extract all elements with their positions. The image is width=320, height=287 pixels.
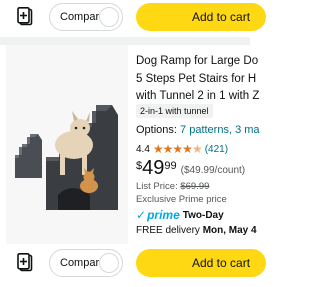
- add-to-cart-label: Add to cart: [192, 10, 251, 24]
- rating-value: 4.4: [136, 143, 150, 155]
- add-to-list-icon[interactable]: [16, 252, 36, 274]
- compare-switch[interactable]: [99, 7, 119, 27]
- compare-switch[interactable]: [99, 253, 119, 273]
- add-to-cart-button[interactable]: Add to cart: [136, 3, 266, 31]
- prime-badge: ✓ prime Two-Day: [136, 208, 224, 222]
- compare-toggle[interactable]: Compare: [49, 3, 123, 31]
- options-prefix: Options:: [136, 124, 181, 136]
- title-line: with Tunnel 2 in 1 with Z: [136, 90, 260, 102]
- variant-badge: 2-in-1 with tunnel: [136, 104, 213, 118]
- add-to-cart-label: Add to cart: [192, 256, 251, 270]
- rating-count[interactable]: (421): [205, 144, 228, 155]
- prime-speed: Two-Day: [182, 209, 224, 221]
- list-price-label: List Price:: [136, 181, 181, 192]
- divider: [0, 37, 250, 45]
- top-action-row: Compare Add to cart: [0, 0, 266, 34]
- options-link[interactable]: 7 patterns, 3 ma: [180, 124, 260, 136]
- exclusive-prime-text: Exclusive Prime price: [136, 194, 227, 205]
- unit-price: ($49.99/count): [180, 165, 246, 176]
- delivery-prefix: FREE delivery: [136, 225, 203, 236]
- bottom-action-row: Compare Add to cart: [0, 246, 266, 280]
- price: $ 49 99 ($49.99/count): [136, 157, 245, 179]
- prime-check-icon: ✓: [136, 208, 147, 222]
- rating-row[interactable]: 4.4 ★★★★★ (421): [136, 142, 228, 156]
- price-fraction: 99: [164, 160, 177, 172]
- delivery-info: FREE delivery Mon, May 4: [136, 225, 257, 236]
- delivery-date: Mon, May 4: [202, 225, 257, 236]
- product-image[interactable]: [6, 45, 128, 244]
- title-line: 5 Steps Pet Stairs for H: [136, 72, 257, 85]
- product-card[interactable]: Dog Ramp for Large Do 5 Steps Pet Stairs…: [0, 45, 260, 244]
- options-line: Options: 7 patterns, 3 ma: [136, 124, 260, 136]
- star-icon: ★★★★★: [152, 142, 203, 156]
- compare-toggle[interactable]: Compare: [49, 249, 123, 277]
- add-to-list-icon[interactable]: [16, 6, 36, 28]
- price-whole: 49: [142, 157, 165, 179]
- title-line: Dog Ramp for Large Do: [136, 55, 259, 67]
- product-title[interactable]: Dog Ramp for Large Do 5 Steps Pet Stairs…: [136, 53, 266, 106]
- prime-word: prime: [147, 208, 180, 222]
- list-price: List Price: $69.99: [136, 181, 209, 192]
- list-price-value: $69.99: [180, 181, 210, 192]
- add-to-cart-button[interactable]: Add to cart: [136, 249, 266, 277]
